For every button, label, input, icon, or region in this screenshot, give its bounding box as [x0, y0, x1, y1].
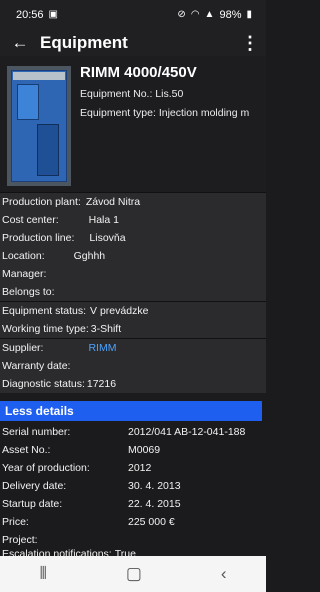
row-project: Project: — [0, 531, 266, 549]
equipment-number: Equipment No.: Lis.50 — [80, 88, 183, 100]
row-supplier: Supplier: RIMM — [0, 339, 266, 357]
production-plant-label: Production plant: — [2, 196, 81, 208]
working-time-type-label: Working time type: — [2, 323, 89, 335]
row-production-plant: Production plant: Závod Nitra — [0, 193, 266, 211]
machine-top — [13, 72, 65, 80]
year-of-production-label: Year of production: — [2, 462, 90, 474]
row-asset-no: Asset No.: M0069 — [0, 441, 266, 459]
row-serial-number: Serial number: 2012/041 AB-12-041-188 — [0, 423, 266, 441]
gallery-icon: ▣ — [48, 9, 58, 20]
equipment-type: Equipment type: Injection molding m — [80, 107, 249, 119]
price-value: 225 000 € — [128, 516, 175, 528]
cost-center-value: Hala 1 — [88, 214, 119, 226]
serial-number-value: 2012/041 AB-12-041-188 — [128, 426, 246, 438]
manager-label: Manager: — [2, 268, 47, 280]
status-bar: 20:56 ▣ ⊘ ◠ ▲ 98% ▮ — [0, 0, 266, 30]
row-diagnostic-status: Diagnostic status: 17216 — [0, 375, 266, 393]
details-section-supplier: Supplier: RIMM Warranty date: Diagnostic… — [0, 338, 266, 393]
row-production-line: Production line: Lisovňa — [0, 229, 266, 247]
price-label: Price: — [2, 516, 29, 528]
delivery-date-label: Delivery date: — [2, 480, 67, 492]
machine-panel — [17, 84, 39, 120]
production-line-label: Production line: — [2, 232, 75, 244]
status-time: 20:56 — [16, 9, 44, 21]
location-value: Gghhh — [73, 250, 106, 262]
production-plant-value: Závod Nitra — [85, 196, 141, 208]
supplier-label: Supplier: — [2, 342, 44, 354]
extra-details: Serial number: 2012/041 AB-12-041-188 As… — [0, 423, 266, 558]
equipment-photo[interactable] — [7, 66, 71, 186]
row-cost-center: Cost center: Hala 1 — [0, 211, 266, 229]
page-title: Equipment — [40, 33, 128, 52]
project-label: Project: — [2, 534, 38, 546]
year-of-production-value: 2012 — [128, 462, 152, 474]
production-line-value: Lisovňa — [89, 232, 126, 244]
equipment-status-label: Equipment status: — [2, 305, 87, 317]
row-belongs-to: Belongs to: — [0, 283, 266, 301]
asset-no-value: M0069 — [128, 444, 161, 456]
cost-center-label: Cost center: — [2, 214, 59, 226]
less-details-button[interactable]: Less details — [0, 401, 262, 421]
warranty-date-label: Warranty date: — [2, 360, 71, 372]
serial-number-label: Serial number: — [2, 426, 71, 438]
row-delivery-date: Delivery date: 30. 4. 2013 — [0, 477, 266, 495]
home-icon[interactable]: ▢ — [126, 564, 142, 584]
wifi-icon: ◠ — [190, 9, 200, 20]
row-warranty-date: Warranty date: — [0, 357, 266, 375]
row-startup-date: Startup date: 22. 4. 2015 — [0, 495, 266, 513]
system-nav-bar: ⦀ ▢ ‹ — [0, 556, 266, 592]
startup-date-label: Startup date: — [2, 498, 63, 510]
supplier-link[interactable]: RIMM — [88, 342, 116, 354]
signal-icon: ▲ — [204, 9, 215, 20]
battery-icon: ▮ — [246, 9, 252, 20]
working-time-type-value: 3-Shift — [90, 323, 122, 335]
nav-back-icon[interactable]: ‹ — [221, 564, 227, 584]
diagnostic-status-label: Diagnostic status: — [2, 378, 85, 390]
details-section-status: Equipment status: V prevádzke Working ti… — [0, 301, 266, 338]
belongs-to-label: Belongs to: — [2, 286, 55, 298]
equipment-status-value: V prevádzke — [90, 305, 149, 317]
row-location: Location: Gghhh — [0, 247, 266, 265]
details-section-location: Production plant: Závod Nitra Cost cente… — [0, 192, 266, 301]
equipment-details: Production plant: Závod Nitra Cost cente… — [0, 192, 266, 393]
startup-date-value: 22. 4. 2015 — [128, 498, 181, 510]
row-manager: Manager: — [0, 265, 266, 283]
equipment-number-value: Lis.50 — [155, 88, 184, 100]
equipment-header: RIMM 4000/450V Equipment No.: Lis.50 Equ… — [0, 56, 266, 192]
app-bar: ← Equipment ⋮ — [0, 30, 266, 56]
recents-icon[interactable]: ⦀ — [39, 564, 46, 584]
machine-door — [37, 124, 59, 176]
row-year-of-production: Year of production: 2012 — [0, 459, 266, 477]
equipment-number-label: Equipment No.: — [80, 88, 153, 100]
row-working-time-type: Working time type: 3-Shift — [0, 320, 266, 338]
asset-no-label: Asset No.: — [2, 444, 51, 456]
mute-icon: ⊘ — [177, 9, 186, 20]
location-label: Location: — [2, 250, 45, 262]
battery-percent: 98% — [219, 9, 242, 21]
delivery-date-value: 30. 4. 2013 — [128, 480, 181, 492]
more-vert-icon[interactable]: ⋮ — [234, 33, 266, 54]
row-equipment-status: Equipment status: V prevádzke — [0, 302, 266, 320]
equipment-type-value: Injection molding m — [158, 107, 250, 119]
equipment-name: RIMM 4000/450V — [80, 64, 197, 81]
equipment-type-label: Equipment type: — [80, 107, 156, 119]
row-price: Price: 225 000 € — [0, 513, 266, 531]
diagnostic-status-value: 17216 — [86, 378, 117, 390]
arrow-back-icon[interactable]: ← — [0, 33, 40, 53]
